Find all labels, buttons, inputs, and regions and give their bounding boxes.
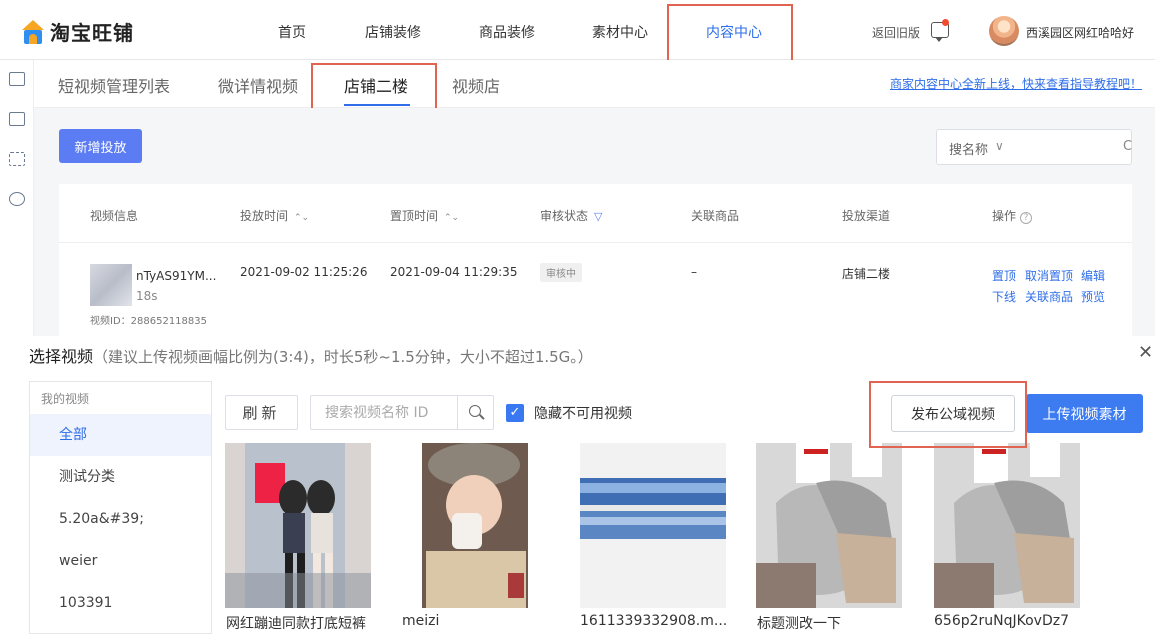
video-card[interactable] (580, 443, 726, 608)
nav-home[interactable]: 首页 (278, 22, 306, 42)
highlight-box-nav (667, 4, 793, 62)
highlight-box-publish (869, 381, 1027, 448)
link-goods-action[interactable]: 关联商品 (1025, 288, 1073, 305)
col-actions: 操作? (992, 207, 1033, 224)
pin-action[interactable]: 置顶 (992, 267, 1016, 284)
edit-action[interactable]: 编辑 (1081, 267, 1105, 284)
category-all[interactable]: 全部 (30, 414, 211, 456)
sort-icon[interactable]: ⌃⌄ (294, 213, 309, 223)
video-thumbnail (580, 443, 726, 608)
col-publish-time[interactable]: 投放时间 ⌃⌄ (240, 207, 309, 224)
unpin-action[interactable]: 取消置顶 (1025, 267, 1073, 284)
filter-icon[interactable]: ▽ (594, 210, 602, 223)
search-icon[interactable]: C (1123, 139, 1132, 154)
video-card[interactable] (225, 443, 371, 608)
video-category-sidebar: 我的视频 全部 测试分类 5.20a&#39; weier 103391 (29, 381, 212, 634)
preview-action[interactable]: 预览 (1081, 288, 1105, 305)
video-thumbnail (402, 443, 548, 608)
tab-short-video-list[interactable]: 短视频管理列表 (58, 73, 170, 97)
video-card[interactable] (756, 443, 902, 608)
linked-goods: – (691, 265, 697, 279)
dialog-hint: （建议上传视频画幅比例为(3:4)，时长5秒~1.5分钟，大小不超过1.5G。） (93, 348, 593, 366)
video-thumbnail (225, 443, 371, 608)
top-navbar: 淘宝旺铺 首页 店铺装修 商品装修 素材中心 内容中心 返回旧版 西溪园区网红哈… (0, 0, 1155, 60)
search-icon (469, 405, 481, 417)
chevron-down-icon: ∨ (995, 139, 1004, 153)
channel: 店铺二楼 (842, 267, 891, 281)
nav-shop-decoration[interactable]: 店铺装修 (365, 22, 421, 42)
nav-material-center[interactable]: 素材中心 (592, 22, 648, 42)
guide-link[interactable]: 商家内容中心全新上线，快来查看指导教程吧！ (890, 75, 1142, 92)
col-channel: 投放渠道 (842, 209, 891, 223)
placement-table: 视频信息 投放时间 ⌃⌄ 置顶时间 ⌃⌄ 审核状态 ▽ 关联商品 投放渠道 操作? n… (59, 184, 1132, 336)
video-card[interactable] (934, 443, 1080, 608)
help-icon[interactable]: ? (1020, 212, 1033, 224)
upload-video-button[interactable]: 上传视频素材 (1026, 394, 1143, 433)
sidebar-heading: 我的视频 (41, 392, 90, 406)
chart-icon[interactable] (9, 112, 25, 126)
refresh-button[interactable]: 刷新 (225, 395, 298, 430)
header-divider (59, 242, 1132, 243)
shop-logo-icon (22, 19, 44, 44)
pin-time: 2021-09-04 11:29:35 (390, 265, 518, 279)
avatar[interactable] (989, 16, 1019, 46)
status-badge: 审核中 (540, 263, 582, 282)
sort-icon[interactable]: ⌃⌄ (444, 213, 459, 223)
logo[interactable]: 淘宝旺铺 (22, 17, 134, 46)
video-search (310, 395, 494, 430)
col-linked-goods: 关联商品 (691, 209, 740, 223)
col-video-info: 视频信息 (90, 209, 139, 223)
video-caption: 656p2ruNqJKovDz7 (934, 613, 1070, 629)
video-thumbnail[interactable] (90, 264, 132, 306)
hide-unavailable-checkbox[interactable]: ✓ (506, 404, 524, 422)
category-103391[interactable]: 103391 (30, 582, 211, 624)
video-search-input[interactable] (311, 396, 457, 429)
video-caption: 1611339332908.m... (580, 613, 728, 629)
category-weier[interactable]: weier (30, 540, 211, 582)
col-review-status[interactable]: 审核状态 ▽ (540, 207, 602, 224)
video-title: nTyAS91YM... (136, 269, 217, 283)
category-test[interactable]: 测试分类 (30, 456, 211, 498)
category-520[interactable]: 5.20a&#39; (30, 498, 211, 540)
video-search-button[interactable] (457, 396, 493, 429)
apps-grid-icon[interactable] (9, 152, 25, 166)
video-duration: 18s (136, 289, 158, 303)
video-caption: meizi (402, 613, 440, 629)
name-search-box[interactable]: 搜名称 ∨ C (936, 129, 1132, 165)
publish-time: 2021-09-02 11:25:26 (240, 265, 368, 279)
video-id: 视频ID：288652118835 (90, 316, 207, 327)
nav-goods-decoration[interactable]: 商品装修 (479, 22, 535, 42)
col-pin-time[interactable]: 置顶时间 ⌃⌄ (390, 207, 459, 224)
hide-unavailable-label[interactable]: 隐藏不可用视频 (534, 403, 632, 423)
offline-action[interactable]: 下线 (992, 288, 1016, 305)
search-type-label: 搜名称 (949, 143, 989, 158)
video-play-icon[interactable] (9, 192, 25, 206)
close-icon[interactable]: ✕ (1138, 342, 1153, 363)
shop-name[interactable]: 西溪园区网红哈哈好 (1026, 24, 1134, 41)
add-placement-button[interactable]: 新增投放 (59, 129, 142, 163)
dialog-title: 选择视频（建议上传视频画幅比例为(3:4)，时长5秒~1.5分钟，大小不超过1.… (29, 347, 593, 366)
video-caption: 网红蹦迪同款打底短裤 (226, 616, 366, 632)
video-thumbnail (934, 443, 1080, 608)
logo-text: 淘宝旺铺 (50, 21, 134, 45)
tab-video-shop[interactable]: 视频店 (452, 73, 500, 97)
video-caption: 标题测改一下 (757, 616, 841, 632)
monitor-icon[interactable] (9, 72, 25, 86)
video-thumbnail (756, 443, 902, 608)
notification-dot (942, 19, 949, 26)
back-to-old-version-link[interactable]: 返回旧版 (872, 24, 920, 41)
tab-micro-detail-video[interactable]: 微详情视频 (218, 73, 298, 97)
video-card[interactable] (402, 443, 548, 608)
